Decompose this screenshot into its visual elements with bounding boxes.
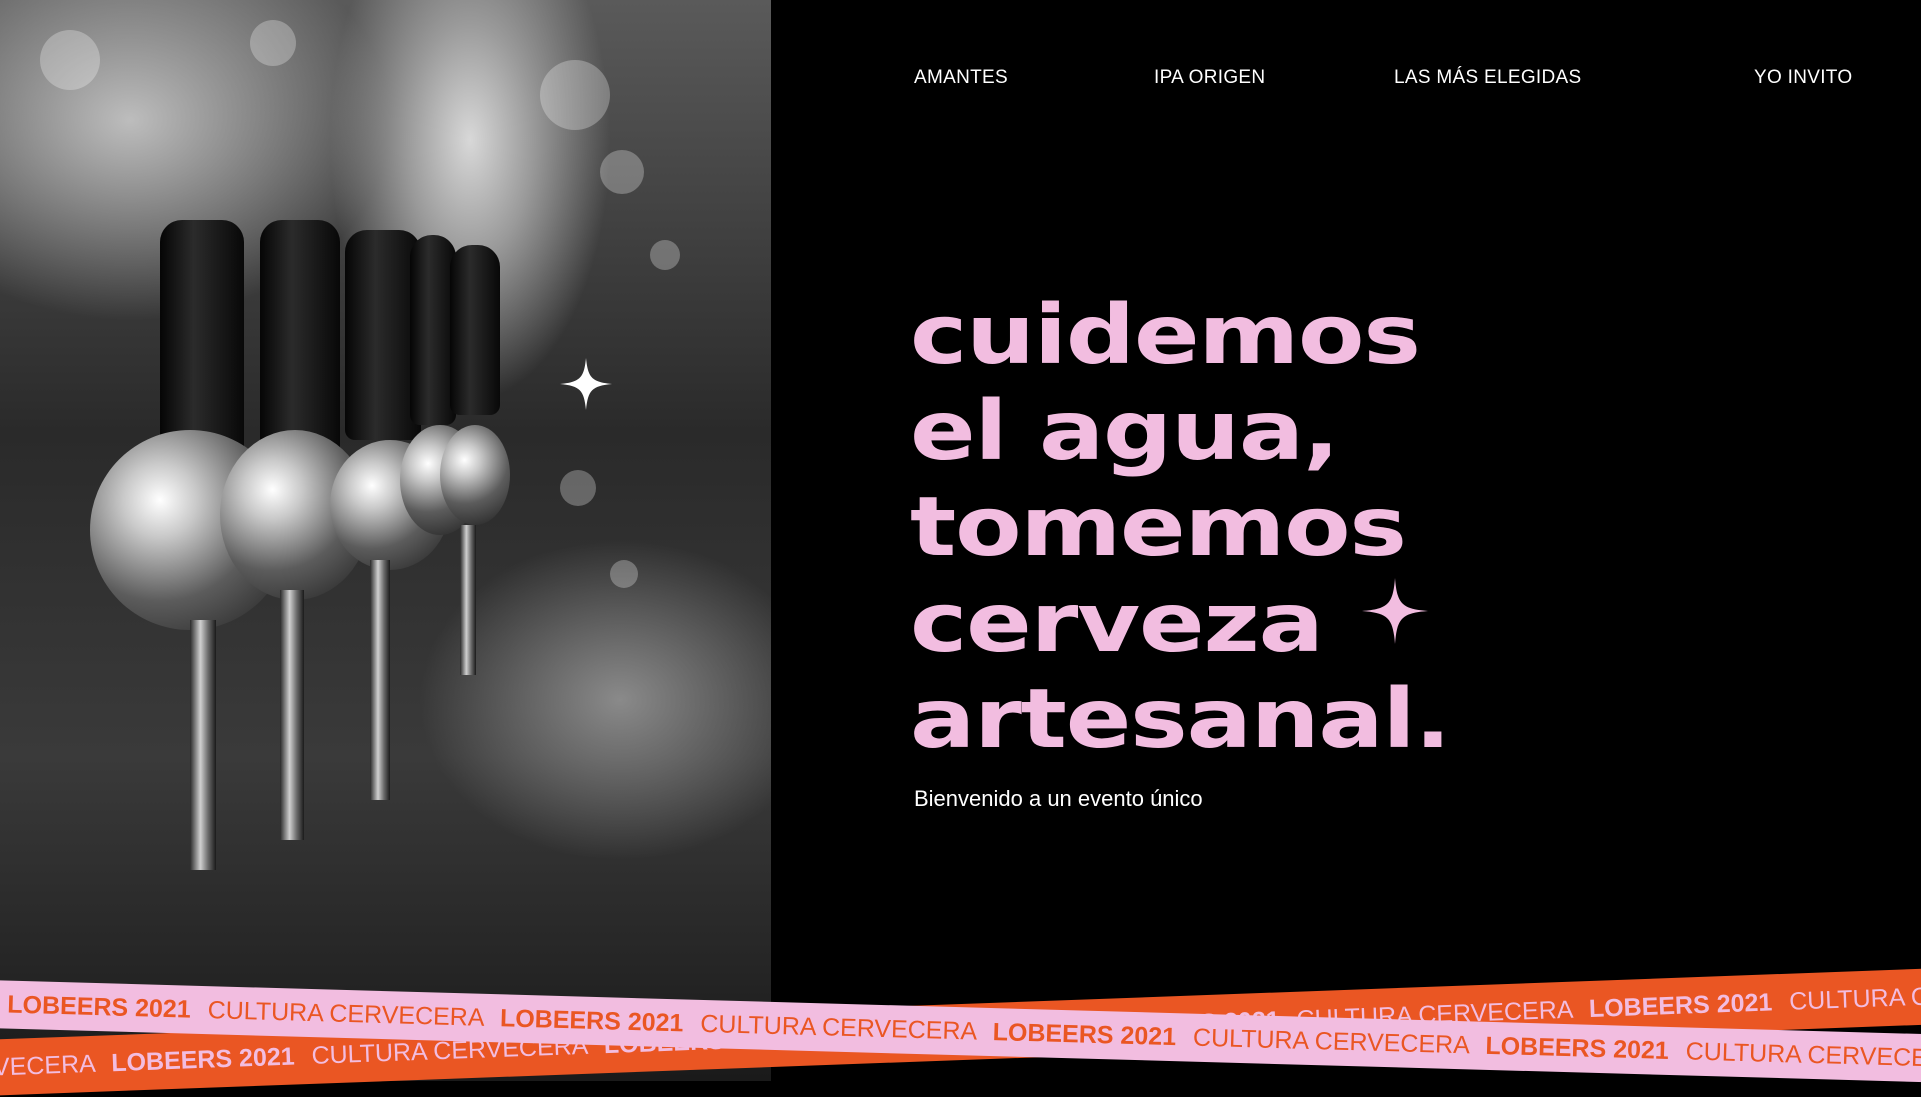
ribbon-tagline-text: CULTURA CERVECERA xyxy=(207,996,484,1032)
nav-link-amantes[interactable]: AMANTES xyxy=(914,67,1008,89)
nav-link-yo-invito[interactable]: YO INVITO xyxy=(1754,67,1852,89)
ribbon-brand-text: LOBEERS 2021 xyxy=(110,1042,296,1078)
headline-line: artesanal. xyxy=(910,672,1451,767)
ribbon-tagline-text: CULTURA CERVECERA xyxy=(1788,977,1921,1016)
headline-line: el agua, xyxy=(910,384,1340,479)
hero-photo-beer-taps xyxy=(0,0,771,1081)
ribbon-brand-text: LOBEERS 2021 xyxy=(1588,988,1773,1024)
nav-link-ipa-origen[interactable]: IPA ORIGEN xyxy=(1154,67,1265,89)
hero-headline: cuidemos el agua, tomemos cerveza artesa… xyxy=(910,288,1451,768)
headline-line: cuidemos xyxy=(910,288,1421,383)
hero-subtitle: Bienvenido a un evento único xyxy=(914,786,1203,811)
ribbon-tagline-text: CULTURA CERVECERA xyxy=(1192,1023,1469,1060)
ribbon-brand-text: LOBEERS 2021 xyxy=(6,990,192,1024)
ribbon-brand-text: LOBEERS 2021 xyxy=(992,1018,1177,1052)
top-navigation: AMANTES IPA ORIGEN LAS MÁS ELEGIDAS YO I… xyxy=(771,0,1921,160)
ribbon-brand-text: LOBEERS 2021 xyxy=(499,1004,684,1038)
sparkle-icon xyxy=(1362,578,1428,644)
ribbon-tagline-text: CULTURA CERVECERA xyxy=(1685,1037,1921,1074)
ribbon-brand-text: LOBEERS 2021 xyxy=(1485,1031,1670,1065)
nav-link-las-mas-elegidas[interactable]: LAS MÁS ELEGIDAS xyxy=(1394,67,1581,89)
ribbon-tagline-text: CULTURA CERVECERA xyxy=(699,1009,977,1046)
ribbon-tagline-text: CERVECERA xyxy=(0,1049,95,1084)
sparkle-icon xyxy=(560,358,612,410)
headline-line: tomemos xyxy=(910,480,1407,575)
